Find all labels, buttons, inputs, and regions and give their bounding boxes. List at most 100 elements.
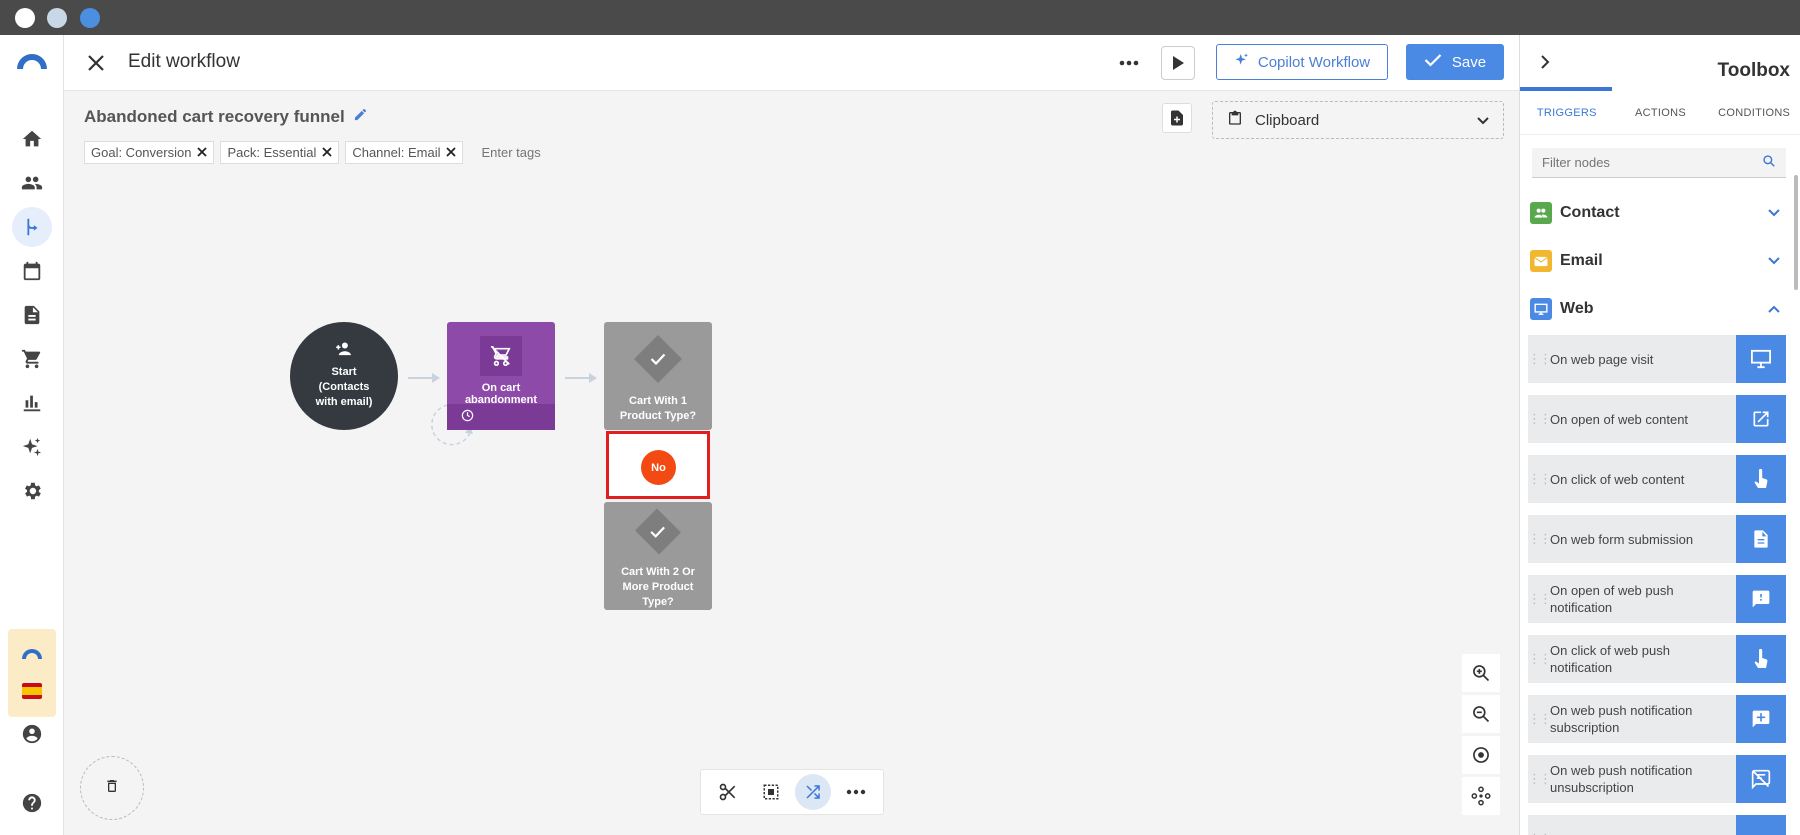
section-contact[interactable]: Contact [1530, 200, 1786, 226]
active-tab-indicator [1520, 87, 1612, 91]
node-footer [447, 404, 555, 430]
trigger-item-web-push-unsubscription[interactable]: ⋮⋮ On web push notification unsubscripti… [1528, 755, 1786, 803]
condition-node-2[interactable]: Cart With 2 Or More Product Type? [604, 502, 712, 610]
more-horizontal-icon[interactable] [838, 774, 874, 810]
center-view-icon[interactable] [1462, 736, 1500, 774]
start-node[interactable]: Start (Contacts with email) [290, 322, 398, 430]
tab-label: CONDITIONS [1718, 106, 1791, 119]
extensions-panel [8, 629, 56, 717]
touch-click-icon [1736, 455, 1786, 503]
nav-calendar-icon[interactable] [12, 251, 52, 291]
window-close-dot[interactable] [15, 8, 35, 28]
drag-handle-icon[interactable]: ⋮⋮ [1528, 531, 1552, 547]
condition-check-icon [633, 334, 683, 384]
extension-brand-icon[interactable] [21, 647, 43, 661]
clipboard-dropdown[interactable]: Clipboard [1212, 101, 1504, 139]
nav-account-icon[interactable] [12, 714, 52, 754]
tab-triggers[interactable]: TRIGGERS [1520, 87, 1614, 134]
start-node-label: Start (Contacts with email) [315, 366, 373, 408]
copilot-workflow-button[interactable]: Copilot Workflow [1216, 44, 1388, 80]
nav-analytics-icon[interactable] [12, 383, 52, 423]
nav-content-icon[interactable] [12, 295, 52, 335]
trigger-item-partial[interactable]: ⋮⋮ [1528, 815, 1786, 835]
condition-node-1[interactable]: Cart With 1 Product Type? [604, 322, 712, 430]
no-branch-badge[interactable]: No [641, 450, 676, 485]
push-alert-icon [1736, 575, 1786, 623]
chevron-up-icon [1768, 300, 1780, 318]
collapse-chevron-right-icon[interactable] [1540, 55, 1550, 74]
brand-logo[interactable] [15, 51, 49, 71]
chevron-down-icon [1768, 252, 1780, 270]
nav-home-icon[interactable] [12, 119, 52, 159]
window-maximize-dot[interactable] [80, 8, 100, 28]
cart-abandonment-node[interactable]: On cart abandonment [447, 322, 555, 430]
section-web[interactable]: Web [1530, 296, 1786, 322]
shuffle-connector-icon[interactable] [795, 774, 832, 810]
trigger-item-web-push-subscription[interactable]: ⋮⋮ On web push notification subscription [1528, 695, 1786, 743]
nav-settings-icon[interactable] [12, 471, 52, 511]
tab-conditions[interactable]: CONDITIONS [1707, 91, 1800, 134]
zoom-out-icon[interactable] [1462, 695, 1500, 733]
tab-label: TRIGGERS [1536, 106, 1597, 119]
run-play-icon[interactable] [1161, 46, 1195, 80]
trigger-item-open-web-push[interactable]: ⋮⋮ On open of web push notification [1528, 575, 1786, 623]
drag-handle-icon[interactable]: ⋮⋮ [1528, 651, 1552, 667]
toolbox-scrollbar[interactable] [1794, 175, 1798, 290]
nav-contacts-icon[interactable] [12, 163, 52, 203]
window-titlebar [0, 0, 1800, 35]
add-comment-icon [1736, 695, 1786, 743]
open-external-icon [1736, 395, 1786, 443]
close-icon[interactable] [84, 51, 108, 75]
web-section-icon [1530, 298, 1552, 320]
nav-workflows-icon[interactable] [12, 207, 52, 247]
scissors-icon[interactable] [710, 774, 746, 810]
add-contacts-icon [333, 342, 355, 359]
drag-handle-icon[interactable]: ⋮⋮ [1528, 471, 1552, 487]
touch-click-icon [1736, 635, 1786, 683]
trigger-label: On web page visit [1550, 351, 1654, 367]
delete-drop-zone[interactable] [80, 756, 144, 820]
drag-handle-icon[interactable]: ⋮⋮ [1528, 771, 1552, 787]
copilot-label: Copilot Workflow [1257, 53, 1371, 71]
chevron-down-icon [1477, 112, 1489, 129]
nav-ai-icon[interactable] [12, 427, 52, 467]
search-icon[interactable] [1762, 154, 1776, 171]
tab-actions[interactable]: ACTIONS [1614, 91, 1708, 134]
no-branch-highlight[interactable]: No [606, 431, 710, 499]
trigger-item-open-web-content[interactable]: ⋮⋮ On open of web content [1528, 395, 1786, 443]
window-minimize-dot[interactable] [47, 8, 67, 28]
nav-commerce-icon[interactable] [12, 339, 52, 379]
clock-icon[interactable] [461, 409, 474, 425]
drag-handle-icon[interactable]: ⋮⋮ [1528, 591, 1552, 607]
trigger-item-web-page-visit[interactable]: ⋮⋮ On web page visit [1528, 335, 1786, 383]
trigger-item-click-web-content[interactable]: ⋮⋮ On click of web content [1528, 455, 1786, 503]
toolbox-header: Toolbox [1520, 35, 1800, 91]
select-area-icon[interactable] [753, 774, 789, 810]
drag-handle-icon[interactable]: ⋮⋮ [1528, 411, 1552, 427]
auto-layout-icon[interactable] [1462, 777, 1500, 815]
email-section-icon [1530, 250, 1552, 272]
contact-section-icon [1530, 202, 1552, 224]
header: Edit workflow Copilot Workflow Save [64, 35, 1519, 91]
save-button[interactable]: Save [1406, 44, 1504, 80]
add-document-icon[interactable] [1162, 103, 1192, 133]
form-document-icon [1736, 515, 1786, 563]
spain-flag-icon[interactable] [22, 683, 42, 699]
drag-handle-icon[interactable]: ⋮⋮ [1528, 711, 1552, 727]
nav-help-icon[interactable] [12, 783, 52, 823]
zoom-in-icon[interactable] [1462, 654, 1500, 692]
trigger-label: On web push notification subscription [1550, 703, 1693, 735]
workflow-canvas[interactable]: Abandoned cart recovery funnel Goal: Con… [64, 91, 1519, 835]
more-options-icon[interactable] [1112, 46, 1146, 80]
trigger-label: On web form submission [1550, 531, 1694, 547]
trigger-item-click-web-push[interactable]: ⋮⋮ On click of web push notification [1528, 635, 1786, 683]
comment-off-icon [1736, 755, 1786, 803]
drag-handle-icon[interactable]: ⋮⋮ [1528, 831, 1552, 835]
trigger-label: On open of web content [1550, 411, 1689, 427]
trigger-item-web-form-submission[interactable]: ⋮⋮ On web form submission [1528, 515, 1786, 563]
trigger-label: On click of web content [1550, 471, 1685, 487]
toolbox-title: Toolbox [1717, 60, 1790, 81]
drag-handle-icon[interactable]: ⋮⋮ [1528, 351, 1552, 367]
section-email[interactable]: Email [1530, 248, 1786, 274]
filter-nodes-input[interactable] [1542, 155, 1762, 170]
